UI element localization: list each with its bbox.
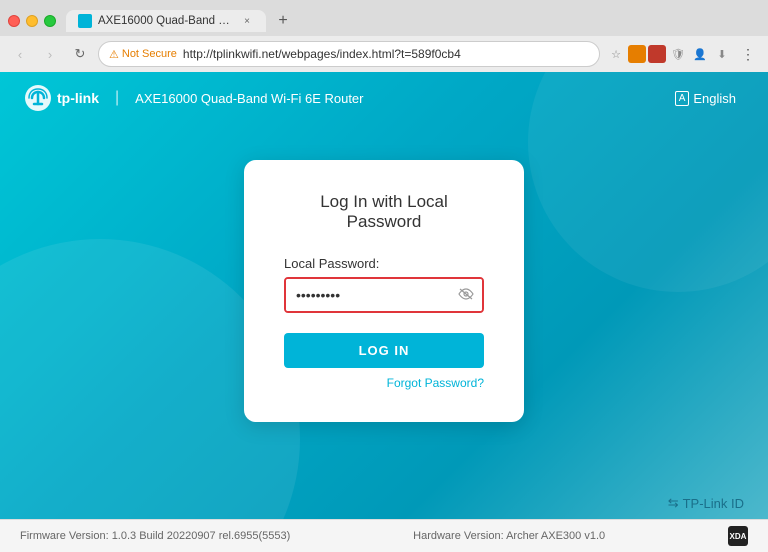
tplink-logo: tp-link — [24, 84, 99, 112]
ext-bookmark-icon[interactable]: ☆ — [606, 44, 626, 64]
tplink-id-icon: ⇆ — [668, 495, 679, 511]
login-button[interactable]: LOG IN — [284, 333, 484, 368]
product-name: AXE16000 Quad-Band Wi-Fi 6E Router — [135, 91, 363, 106]
page-content: tp-link | AXE16000 Quad-Band Wi-Fi 6E Ro… — [0, 72, 768, 519]
back-button[interactable]: ‹ — [8, 42, 32, 66]
xda-badge: XDA — [728, 526, 748, 546]
address-input[interactable]: ⚠ Not Secure http://tplinkwifi.net/webpa… — [98, 41, 600, 67]
tplink-id-area: ⇆ TP-Link ID — [0, 487, 768, 519]
ext-red-icon[interactable] — [648, 45, 666, 63]
address-bar: ‹ › ↻ ⚠ Not Secure http://tplinkwifi.net… — [0, 36, 768, 72]
ext-download-icon[interactable]: ⬇ — [712, 44, 732, 64]
tplink-id-link[interactable]: ⇆ TP-Link ID — [668, 495, 744, 511]
maximize-button[interactable] — [44, 15, 56, 27]
close-button[interactable] — [8, 15, 20, 27]
forward-button[interactable]: › — [38, 42, 62, 66]
browser-chrome: AXE16000 Quad-Band Wi-Fi ... × + ‹ › ↻ ⚠… — [0, 0, 768, 72]
tab-favicon — [78, 14, 92, 28]
card-wrapper: Log In with Local Password Local Passwor… — [0, 124, 768, 487]
forgot-password-link[interactable]: Forgot Password? — [284, 376, 484, 390]
firmware-version: Firmware Version: 1.0.3 Build 20220907 r… — [20, 530, 290, 542]
tab-close-button[interactable]: × — [240, 14, 254, 28]
eye-toggle-icon[interactable] — [458, 287, 474, 303]
tab-title: AXE16000 Quad-Band Wi-Fi ... — [98, 15, 234, 27]
logo-area: tp-link | AXE16000 Quad-Band Wi-Fi 6E Ro… — [24, 84, 364, 112]
password-input[interactable] — [286, 279, 482, 311]
refresh-button[interactable]: ↻ — [68, 42, 92, 66]
hardware-version: Hardware Version: Archer AXE300 v1.0 — [413, 530, 605, 542]
language-button[interactable]: A English — [667, 87, 744, 110]
login-card: Log In with Local Password Local Passwor… — [244, 160, 524, 422]
language-label: English — [693, 91, 736, 106]
xda-logo: XDA — [728, 526, 748, 546]
tplink-id-label: TP-Link ID — [683, 496, 744, 511]
address-text: http://tplinkwifi.net/webpages/index.htm… — [183, 47, 589, 61]
new-tab-button[interactable]: + — [270, 8, 296, 34]
ext-orange-icon[interactable] — [628, 45, 646, 63]
extensions-area: ☆ 🛡 👤 ⬇ — [606, 44, 732, 64]
password-label: Local Password: — [284, 256, 484, 271]
toolbar-icons: ☆ 🛡 👤 ⬇ ⋮ — [606, 42, 760, 66]
lang-icon: A — [675, 91, 690, 106]
warning-icon: ⚠ — [109, 48, 119, 61]
ext-person-icon[interactable]: 👤 — [690, 44, 710, 64]
tab-bar: AXE16000 Quad-Band Wi-Fi ... × + — [0, 0, 768, 36]
traffic-lights — [8, 15, 56, 27]
form-group: Local Password: — [284, 256, 484, 313]
security-badge: ⚠ Not Secure — [109, 48, 177, 61]
password-input-wrapper — [284, 277, 484, 313]
page-footer: Firmware Version: 1.0.3 Build 20220907 r… — [0, 519, 768, 552]
tplink-logo-icon — [24, 84, 52, 112]
active-tab[interactable]: AXE16000 Quad-Band Wi-Fi ... × — [66, 10, 266, 32]
ext-shield-icon[interactable]: 🛡 — [668, 44, 688, 64]
page-header: tp-link | AXE16000 Quad-Band Wi-Fi 6E Ro… — [0, 72, 768, 124]
more-menu-button[interactable]: ⋮ — [736, 42, 760, 66]
minimize-button[interactable] — [26, 15, 38, 27]
card-title: Log In with Local Password — [284, 192, 484, 232]
logo-text: tp-link — [57, 90, 99, 106]
separator: | — [115, 89, 119, 107]
